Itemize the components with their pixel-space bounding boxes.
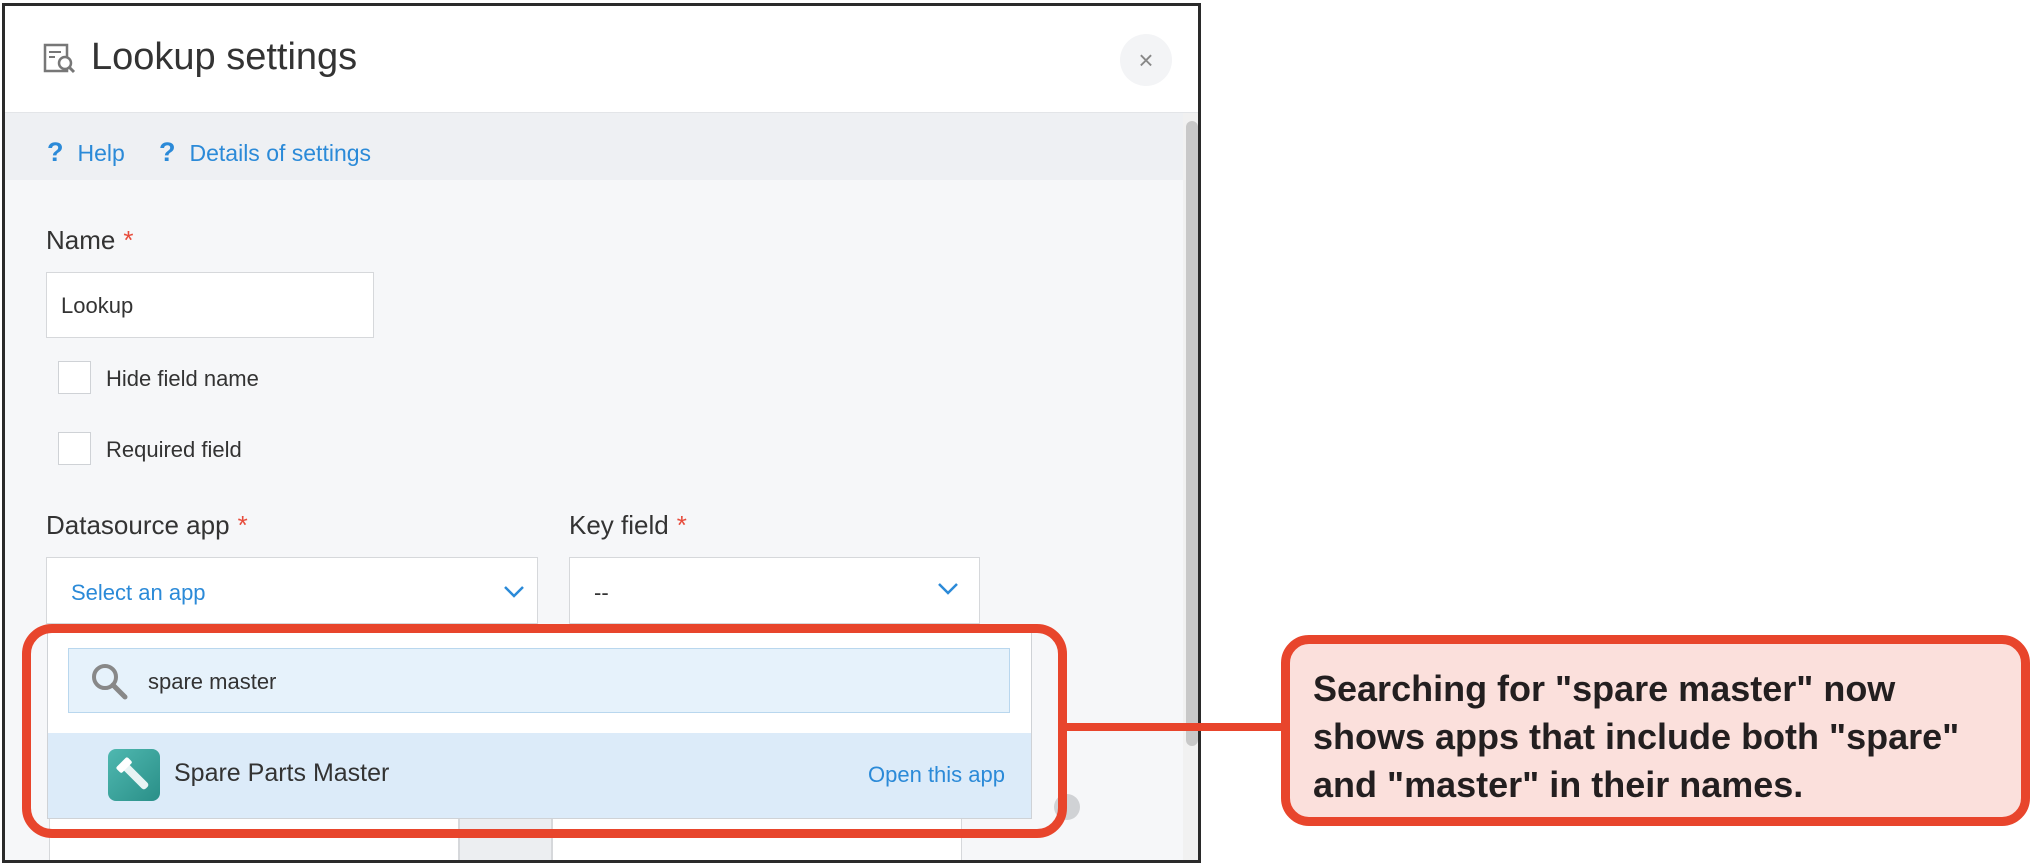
hide-field-name-checkbox[interactable]: [58, 361, 91, 394]
chevron-down-icon: [938, 583, 958, 595]
lookup-icon: [43, 43, 76, 74]
scrollbar-thumb[interactable]: [1186, 121, 1198, 746]
details-of-settings-link[interactable]: ? Details of settings: [159, 137, 371, 168]
key-field-value: --: [594, 580, 609, 605]
hide-field-name-label: Hide field name: [106, 366, 259, 391]
key-field-select[interactable]: --: [569, 557, 980, 624]
datasource-app-value: Select an app: [71, 580, 206, 605]
name-input[interactable]: Lookup: [46, 272, 374, 338]
help-icon: ?: [47, 137, 64, 167]
datasource-app-select[interactable]: Select an app: [46, 557, 538, 624]
chevron-down-icon: [504, 586, 524, 598]
dialog-title: Lookup settings: [91, 36, 358, 78]
details-link-label: Details of settings: [189, 140, 372, 166]
highlight-box: [22, 624, 1067, 838]
required-mark: *: [676, 510, 687, 540]
help-link[interactable]: ? Help: [47, 137, 125, 168]
callout-connector: [1067, 723, 1281, 731]
datasource-app-label: Datasource app *: [46, 510, 248, 540]
help-link-bar: ? Help ? Details of settings: [5, 113, 1183, 180]
required-mark: *: [237, 510, 248, 540]
required-field-checkbox[interactable]: [58, 432, 91, 465]
close-button[interactable]: ×: [1120, 34, 1172, 86]
required-mark: *: [123, 225, 134, 255]
key-field-label: Key field *: [569, 510, 687, 540]
callout-note: Searching for "spare master" now shows a…: [1281, 635, 2030, 826]
name-label: Name *: [46, 225, 134, 255]
help-icon: ?: [159, 137, 176, 167]
help-link-label: Help: [77, 140, 125, 166]
dialog-header: Lookup settings ×: [5, 6, 1198, 113]
required-field-label: Required field: [106, 437, 242, 462]
